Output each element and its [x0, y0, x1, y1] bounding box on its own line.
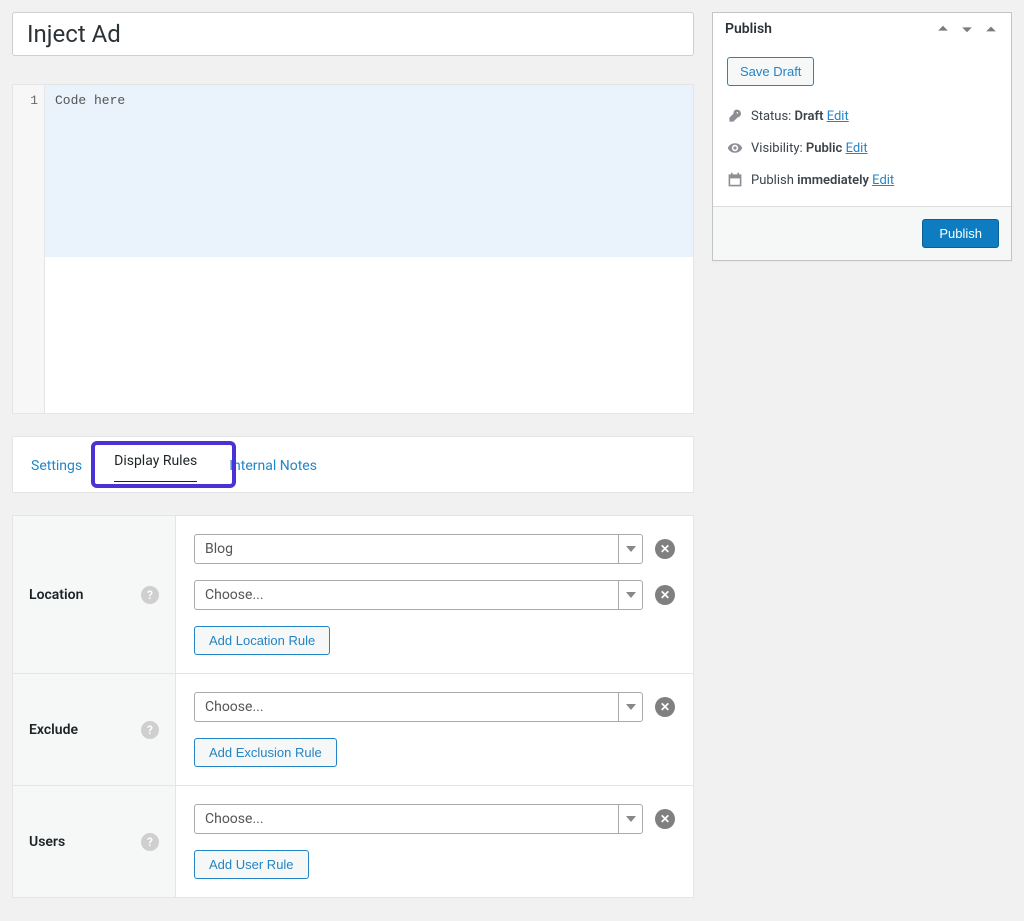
code-first-line[interactable]: Code here [45, 85, 693, 257]
tab-display-rules[interactable]: Display Rules [114, 449, 197, 482]
add-user-rule-button[interactable]: Add User Rule [194, 850, 309, 879]
delete-rule-button[interactable]: ✕ [655, 697, 675, 717]
publish-box: Publish Save Draft Status: Draft Edit [712, 12, 1012, 261]
rule-row-exclude: Exclude ? Choose... ✕ Add Exclusion Rule [13, 674, 693, 786]
schedule-value: immediately [797, 173, 869, 188]
visibility-value: Public [806, 141, 842, 156]
location-select-2[interactable]: Choose... [194, 580, 643, 610]
line-number: 1 [30, 93, 38, 108]
help-icon[interactable]: ? [141, 586, 159, 604]
line-gutter: 1 [13, 85, 45, 413]
delete-rule-button[interactable]: ✕ [655, 585, 675, 605]
delete-rule-button[interactable]: ✕ [655, 809, 675, 829]
edit-status-link[interactable]: Edit [827, 109, 849, 124]
schedule-label: Publish [751, 173, 797, 188]
help-icon[interactable]: ? [141, 833, 159, 851]
chevron-down-icon [626, 816, 636, 822]
calendar-icon [727, 172, 743, 188]
exclude-select-1[interactable]: Choose... [194, 692, 643, 722]
status-line: Status: Draft Edit [727, 100, 997, 132]
title-wrapper [12, 12, 694, 56]
exclude-select-1-value: Choose... [205, 699, 264, 715]
publish-button[interactable]: Publish [922, 219, 999, 248]
rule-label-location: Location [29, 587, 83, 603]
rule-label-exclude: Exclude [29, 722, 78, 738]
visibility-label: Visibility: [751, 141, 806, 156]
help-icon[interactable]: ? [141, 721, 159, 739]
location-select-2-value: Choose... [205, 587, 264, 603]
toggle-panel-icon[interactable] [983, 21, 999, 37]
add-exclusion-rule-button[interactable]: Add Exclusion Rule [194, 738, 337, 767]
rule-row-users: Users ? Choose... ✕ Add User Rule [13, 786, 693, 897]
location-select-1[interactable]: Blog [194, 534, 643, 564]
tab-internal-notes[interactable]: Internal Notes [229, 454, 317, 478]
visibility-line: Visibility: Public Edit [727, 132, 997, 164]
title-input[interactable] [25, 19, 681, 49]
key-icon [727, 108, 743, 124]
schedule-line: Publish immediately Edit [727, 164, 997, 196]
rules-panel: Location ? Blog ✕ Choose... [12, 515, 694, 898]
code-editor[interactable]: 1 Code here [12, 84, 694, 414]
users-select-1[interactable]: Choose... [194, 804, 643, 834]
tabs-container: Settings Display Rules Internal Notes [12, 436, 694, 493]
rule-row-location: Location ? Blog ✕ Choose... [13, 516, 693, 674]
chevron-down-icon [626, 704, 636, 710]
tab-settings[interactable]: Settings [31, 454, 82, 478]
save-draft-button[interactable]: Save Draft [727, 57, 814, 86]
delete-rule-button[interactable]: ✕ [655, 539, 675, 559]
publish-box-title: Publish [725, 21, 772, 37]
edit-visibility-link[interactable]: Edit [846, 141, 868, 156]
visibility-icon [727, 140, 743, 156]
location-select-1-value: Blog [205, 541, 233, 557]
status-value: Draft [795, 109, 824, 124]
move-down-icon[interactable] [959, 21, 975, 37]
code-rest[interactable] [45, 257, 693, 413]
move-up-icon[interactable] [935, 21, 951, 37]
rule-label-users: Users [29, 834, 65, 850]
add-location-rule-button[interactable]: Add Location Rule [194, 626, 330, 655]
chevron-down-icon [626, 546, 636, 552]
edit-schedule-link[interactable]: Edit [872, 173, 894, 188]
users-select-1-value: Choose... [205, 811, 264, 827]
status-label: Status: [751, 109, 795, 124]
chevron-down-icon [626, 592, 636, 598]
